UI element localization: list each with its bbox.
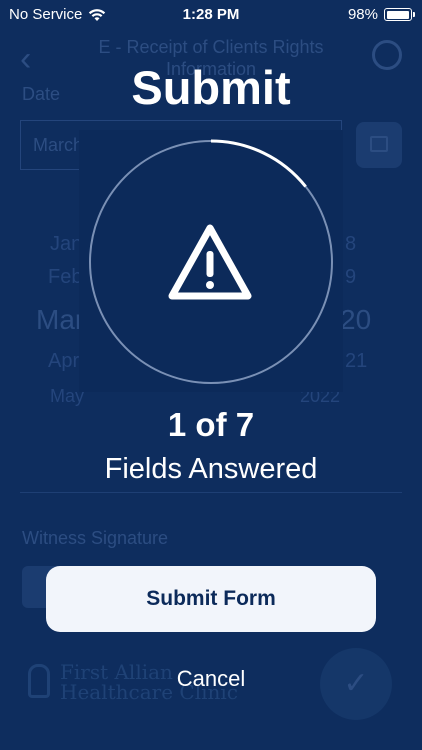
battery-fill (386, 10, 409, 19)
answered-count: 1 of 7 (167, 406, 255, 443)
submit-form-button[interactable]: Submit Form (46, 566, 376, 632)
battery-icon (384, 8, 415, 21)
battery-percent: 98% (347, 6, 378, 23)
submit-overlay: Submit 1 of 7 Fields Answered Submit For… (0, 0, 422, 750)
fields-answered-label: Fields Answered (104, 453, 318, 485)
dialog-title: Submit (131, 61, 291, 114)
cancel-button[interactable]: Cancel (0, 666, 422, 692)
warning-icon (168, 224, 252, 300)
status-right: 98% (347, 6, 415, 23)
status-bar: No Service 1:28 PM 98% (0, 0, 422, 30)
